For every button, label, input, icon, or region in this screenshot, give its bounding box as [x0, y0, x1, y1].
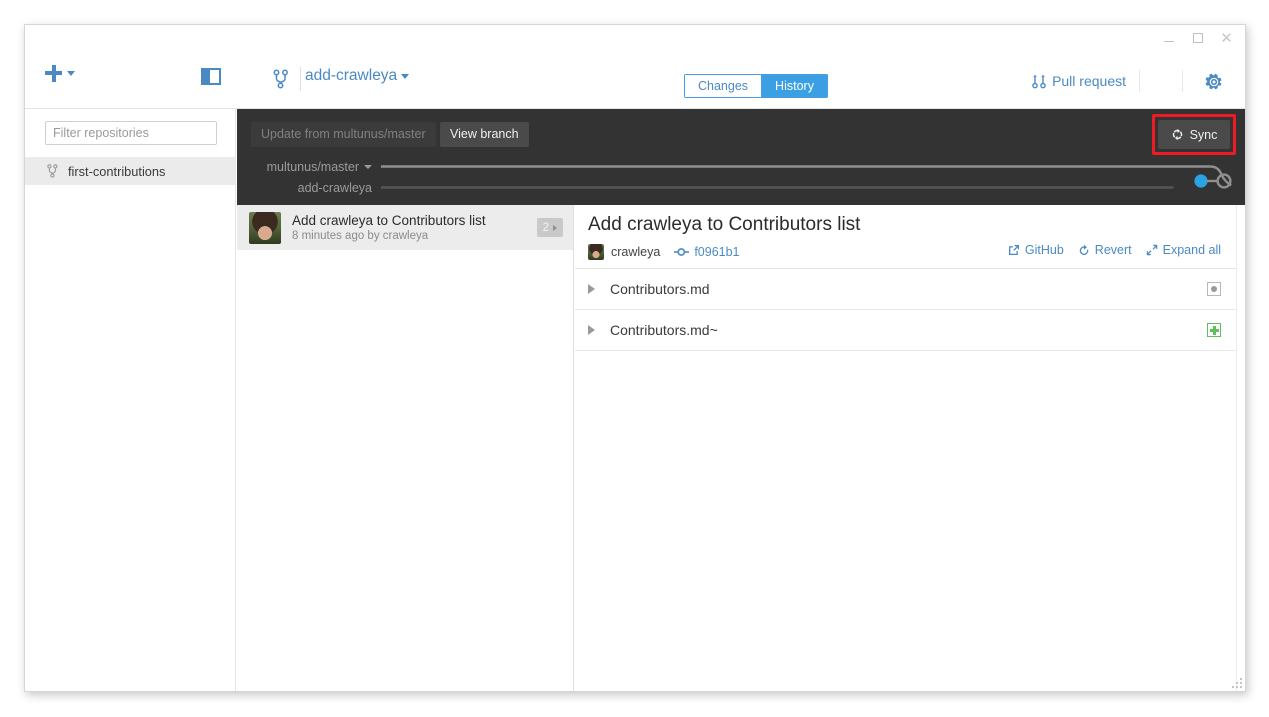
view-tabs: Changes History: [684, 74, 828, 98]
repository-sidebar: first-contributions: [25, 109, 236, 691]
desktop-backdrop: ✕ add-crawleya Changes History Pull requ…: [0, 0, 1269, 717]
expand-all-label: Expand all: [1162, 243, 1221, 257]
chevron-down-icon: [364, 164, 372, 169]
modified-icon: [1207, 282, 1221, 296]
branch-bar: add-crawleya Changes History Pull reques…: [237, 51, 1245, 109]
maximize-button[interactable]: [1183, 25, 1212, 51]
file-name: Contributors.md: [610, 281, 710, 297]
file-name: Contributors.md~: [610, 322, 718, 338]
commit-sha: f0961b1: [694, 245, 740, 259]
sidebar-item-first-contributions[interactable]: first-contributions: [25, 157, 235, 185]
revert-label: Revert: [1094, 243, 1132, 257]
expand-icon: [1146, 244, 1158, 256]
maximize-icon: [1192, 33, 1203, 43]
settings-button[interactable]: [1205, 73, 1223, 96]
commit-text-wrap: Add crawleya to Contributors list 8 minu…: [292, 212, 537, 244]
pull-request-icon: [1032, 74, 1046, 89]
sync-button-label: Sync: [1189, 127, 1218, 142]
chrome-divider: [1182, 70, 1183, 92]
added-icon: [1207, 323, 1221, 337]
commit-author-name: crawleya: [611, 245, 661, 259]
minimize-icon: [1163, 41, 1174, 42]
commit-title: Add crawleya to Contributors list: [292, 212, 486, 228]
graph-row-branch: add-crawleya: [237, 177, 1245, 198]
chevron-down-icon: [401, 73, 410, 79]
graph-row-master: multunus/master: [237, 156, 1245, 177]
open-in-github-button[interactable]: GitHub: [1008, 243, 1064, 257]
commit-node-icon: [1194, 174, 1208, 188]
pull-request-label: Pull request: [1052, 73, 1126, 89]
view-branch-button[interactable]: View branch: [440, 122, 529, 147]
branch-toolbar: Update from multunus/master View branch …: [237, 109, 1245, 205]
file-row[interactable]: Contributors.md: [575, 269, 1245, 310]
branch-icon: [47, 164, 58, 178]
chevron-right-icon[interactable]: [588, 284, 595, 294]
head-node-icon: [1216, 173, 1232, 189]
avatar: [249, 211, 281, 244]
sync-button[interactable]: Sync: [1158, 120, 1230, 149]
expand-all-button[interactable]: Expand all: [1146, 243, 1221, 257]
pull-request-button[interactable]: Pull request: [1032, 73, 1126, 89]
detail-scrollbar[interactable]: [1236, 205, 1245, 691]
update-from-upstream-button[interactable]: Update from multunus/master: [251, 122, 436, 147]
chevron-right-icon[interactable]: [588, 325, 595, 335]
branch-graph-nodes: [1194, 173, 1232, 189]
resize-grip[interactable]: [1230, 676, 1242, 688]
branch-selector[interactable]: add-crawleya: [305, 67, 410, 85]
graph-label-master: multunus/master: [266, 159, 359, 174]
title-bar: ✕: [25, 25, 1245, 51]
sidebar-item-label: first-contributions: [68, 163, 166, 179]
tab-changes[interactable]: Changes: [684, 74, 762, 98]
filter-repositories-input[interactable]: [45, 121, 217, 145]
commit-detail-actions: GitHub Revert Expand all: [1008, 243, 1221, 257]
commit-meta: 8 minutes ago by crawleya: [292, 229, 429, 242]
commit-detail-header: Add crawleya to Contributors list crawle…: [575, 205, 1245, 269]
commit-detail-panel: Add crawleya to Contributors list crawle…: [575, 205, 1245, 691]
graph-label-branch: add-crawleya: [297, 180, 372, 195]
commit-list: Add crawleya to Contributors list 8 minu…: [237, 205, 574, 691]
close-icon: ✕: [1220, 29, 1233, 47]
sidebar-header: [25, 51, 236, 109]
revert-icon: [1079, 244, 1089, 255]
graph-label-wrap: add-crawleya: [237, 181, 372, 195]
branch-name-label: add-crawleya: [305, 67, 398, 84]
changed-files-list: Contributors.md Contributors.md~: [575, 269, 1245, 351]
minimize-button[interactable]: [1154, 25, 1183, 51]
sidebar-toggle-icon[interactable]: [201, 68, 221, 85]
revert-button[interactable]: Revert: [1078, 243, 1132, 257]
commit-badge[interactable]: 2: [536, 218, 563, 237]
commit-list-item[interactable]: Add crawleya to Contributors list 8 minu…: [237, 205, 573, 250]
repository-list: first-contributions: [25, 157, 235, 185]
commit-author-row: crawleya f0961b1: [588, 244, 740, 260]
commit-detail-title: Add crawleya to Contributors list: [588, 214, 861, 235]
external-link-icon: [1008, 245, 1019, 255]
commit-sha-wrap[interactable]: f0961b1: [674, 245, 740, 259]
main-panel: Update from multunus/master View branch …: [237, 109, 1245, 691]
avatar: [588, 244, 604, 260]
graph-label-wrap[interactable]: multunus/master: [237, 160, 372, 174]
plus-icon: [45, 65, 62, 82]
chevron-down-icon: [67, 71, 75, 76]
chevron-right-icon: [553, 224, 557, 231]
add-repository-button[interactable]: [45, 65, 75, 82]
github-desktop-window: ✕ add-crawleya Changes History Pull requ…: [24, 24, 1246, 692]
sync-icon: [1172, 128, 1182, 141]
open-in-github-label: GitHub: [1024, 243, 1064, 257]
close-button[interactable]: ✕: [1212, 25, 1241, 51]
branch-icon: [273, 69, 288, 89]
top-chrome-bar: add-crawleya Changes History Pull reques…: [25, 51, 1245, 109]
file-row[interactable]: Contributors.md~: [575, 310, 1245, 351]
tab-history[interactable]: History: [761, 74, 828, 98]
branch-divider: [300, 67, 301, 91]
commit-badge-count: 2: [542, 221, 549, 234]
gear-icon: [1205, 73, 1222, 90]
chrome-divider: [1139, 70, 1140, 92]
commit-icon: [674, 248, 690, 256]
